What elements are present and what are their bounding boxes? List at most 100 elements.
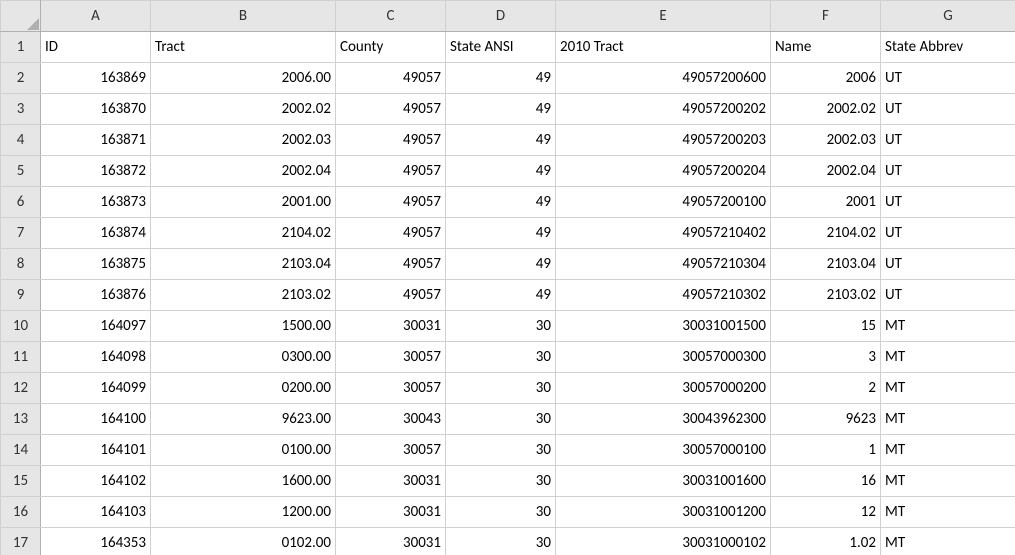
cell-D5[interactable]: 49	[446, 156, 556, 187]
cell-E15[interactable]: 30031001600	[556, 466, 771, 497]
row-header-1[interactable]: 1	[1, 32, 41, 63]
cell-B1[interactable]: Tract	[151, 32, 336, 63]
cell-D10[interactable]: 30	[446, 311, 556, 342]
cell-F8[interactable]: 2103.04	[771, 249, 881, 280]
cell-B10[interactable]: 1500.00	[151, 311, 336, 342]
cell-G3[interactable]: UT	[881, 94, 1015, 125]
cell-D4[interactable]: 49	[446, 125, 556, 156]
cell-F5[interactable]: 2002.04	[771, 156, 881, 187]
cell-C16[interactable]: 30031	[336, 497, 446, 528]
cell-D3[interactable]: 49	[446, 94, 556, 125]
cell-C11[interactable]: 30057	[336, 342, 446, 373]
cell-G12[interactable]: MT	[881, 373, 1015, 404]
cell-G2[interactable]: UT	[881, 63, 1015, 94]
cell-C8[interactable]: 49057	[336, 249, 446, 280]
cell-A9[interactable]: 163876	[41, 280, 151, 311]
row-header-14[interactable]: 14	[1, 435, 41, 466]
row-header-2[interactable]: 2	[1, 63, 41, 94]
cell-C4[interactable]: 49057	[336, 125, 446, 156]
row-header-12[interactable]: 12	[1, 373, 41, 404]
cell-B5[interactable]: 2002.04	[151, 156, 336, 187]
cell-D11[interactable]: 30	[446, 342, 556, 373]
row-header-4[interactable]: 4	[1, 125, 41, 156]
cell-F11[interactable]: 3	[771, 342, 881, 373]
cell-C6[interactable]: 49057	[336, 187, 446, 218]
cell-A11[interactable]: 164098	[41, 342, 151, 373]
cell-E5[interactable]: 49057200204	[556, 156, 771, 187]
cell-A12[interactable]: 164099	[41, 373, 151, 404]
cell-E13[interactable]: 30043962300	[556, 404, 771, 435]
cell-D14[interactable]: 30	[446, 435, 556, 466]
cell-D8[interactable]: 49	[446, 249, 556, 280]
cell-G10[interactable]: MT	[881, 311, 1015, 342]
row-header-5[interactable]: 5	[1, 156, 41, 187]
cell-F17[interactable]: 1.02	[771, 528, 881, 555]
cell-B9[interactable]: 2103.02	[151, 280, 336, 311]
column-header-D[interactable]: D	[446, 1, 556, 32]
cell-B6[interactable]: 2001.00	[151, 187, 336, 218]
cell-G5[interactable]: UT	[881, 156, 1015, 187]
cell-D6[interactable]: 49	[446, 187, 556, 218]
cell-D2[interactable]: 49	[446, 63, 556, 94]
cell-D7[interactable]: 49	[446, 218, 556, 249]
cell-G4[interactable]: UT	[881, 125, 1015, 156]
cell-A16[interactable]: 164103	[41, 497, 151, 528]
cell-C14[interactable]: 30057	[336, 435, 446, 466]
cell-B15[interactable]: 1600.00	[151, 466, 336, 497]
cell-A7[interactable]: 163874	[41, 218, 151, 249]
column-header-F[interactable]: F	[771, 1, 881, 32]
cell-C10[interactable]: 30031	[336, 311, 446, 342]
cell-B3[interactable]: 2002.02	[151, 94, 336, 125]
row-header-11[interactable]: 11	[1, 342, 41, 373]
cell-B11[interactable]: 0300.00	[151, 342, 336, 373]
row-header-8[interactable]: 8	[1, 249, 41, 280]
column-header-B[interactable]: B	[151, 1, 336, 32]
cell-C1[interactable]: County	[336, 32, 446, 63]
cell-A5[interactable]: 163872	[41, 156, 151, 187]
cell-A8[interactable]: 163875	[41, 249, 151, 280]
cell-E4[interactable]: 49057200203	[556, 125, 771, 156]
cell-A17[interactable]: 164353	[41, 528, 151, 555]
cell-C9[interactable]: 49057	[336, 280, 446, 311]
spreadsheet-grid[interactable]: ABCDEFG1IDTractCountyState ANSI2010 Trac…	[0, 0, 1015, 555]
row-header-13[interactable]: 13	[1, 404, 41, 435]
cell-E6[interactable]: 49057200100	[556, 187, 771, 218]
cell-D17[interactable]: 30	[446, 528, 556, 555]
cell-B12[interactable]: 0200.00	[151, 373, 336, 404]
cell-B14[interactable]: 0100.00	[151, 435, 336, 466]
cell-D12[interactable]: 30	[446, 373, 556, 404]
cell-G17[interactable]: MT	[881, 528, 1015, 555]
cell-C5[interactable]: 49057	[336, 156, 446, 187]
cell-F4[interactable]: 2002.03	[771, 125, 881, 156]
cell-E9[interactable]: 49057210302	[556, 280, 771, 311]
cell-D1[interactable]: State ANSI	[446, 32, 556, 63]
cell-A14[interactable]: 164101	[41, 435, 151, 466]
row-header-6[interactable]: 6	[1, 187, 41, 218]
column-header-G[interactable]: G	[881, 1, 1015, 32]
row-header-3[interactable]: 3	[1, 94, 41, 125]
cell-F12[interactable]: 2	[771, 373, 881, 404]
cell-B17[interactable]: 0102.00	[151, 528, 336, 555]
row-header-15[interactable]: 15	[1, 466, 41, 497]
cell-F3[interactable]: 2002.02	[771, 94, 881, 125]
cell-E8[interactable]: 49057210304	[556, 249, 771, 280]
cell-D13[interactable]: 30	[446, 404, 556, 435]
row-header-7[interactable]: 7	[1, 218, 41, 249]
cell-E17[interactable]: 30031000102	[556, 528, 771, 555]
cell-F13[interactable]: 9623	[771, 404, 881, 435]
cell-A3[interactable]: 163870	[41, 94, 151, 125]
cell-E16[interactable]: 30031001200	[556, 497, 771, 528]
cell-G16[interactable]: MT	[881, 497, 1015, 528]
cell-F2[interactable]: 2006	[771, 63, 881, 94]
cell-G13[interactable]: MT	[881, 404, 1015, 435]
column-header-E[interactable]: E	[556, 1, 771, 32]
cell-B2[interactable]: 2006.00	[151, 63, 336, 94]
row-header-9[interactable]: 9	[1, 280, 41, 311]
cell-G9[interactable]: UT	[881, 280, 1015, 311]
cell-E3[interactable]: 49057200202	[556, 94, 771, 125]
cell-E7[interactable]: 49057210402	[556, 218, 771, 249]
cell-D16[interactable]: 30	[446, 497, 556, 528]
cell-F1[interactable]: Name	[771, 32, 881, 63]
column-header-A[interactable]: A	[41, 1, 151, 32]
cell-D15[interactable]: 30	[446, 466, 556, 497]
